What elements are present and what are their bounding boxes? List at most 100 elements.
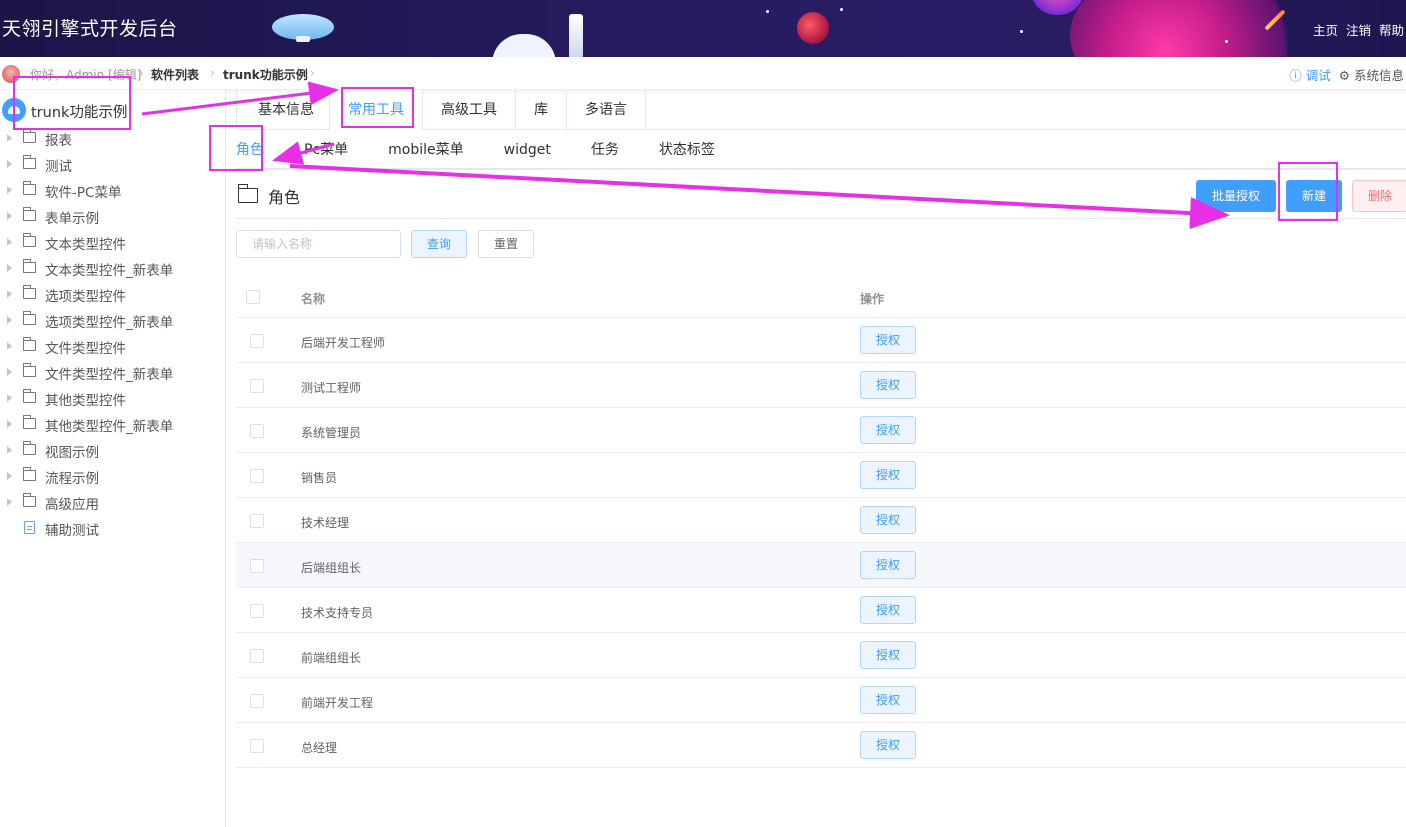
sidebar-item[interactable]: 文本类型控件 [0,230,226,256]
debug-link[interactable]: ⓘ 调试 [1289,65,1331,84]
top-nav: 主页 注销 帮助 [1313,20,1404,39]
role-name[interactable]: 技术支持专员 [301,604,373,621]
breadcrumb-software-list[interactable]: 软件列表 [151,66,199,83]
row-checkbox[interactable] [250,739,264,753]
tab-secondary[interactable]: Pc菜单 [304,130,348,170]
caret-right-icon[interactable] [7,238,12,246]
sidebar-item[interactable]: 报表 [0,126,226,152]
role-name[interactable]: 测试工程师 [301,379,361,396]
breadcrumb-current-app[interactable]: trunk功能示例 [223,66,308,83]
user-greeting[interactable]: 你好，Admin [编辑] [30,66,141,83]
sidebar-item[interactable]: 选项类型控件_新表单 [0,308,226,334]
nav-help-link[interactable]: 帮助 [1379,20,1404,39]
sidebar-item[interactable]: 测试 [0,152,226,178]
caret-right-icon[interactable] [7,264,12,272]
sidebar-item[interactable]: 其他类型控件 [0,386,226,412]
grant-button[interactable]: 授权 [860,461,916,489]
chevron-right-icon: › [139,66,144,80]
folder-icon [23,285,36,299]
sidebar-item[interactable]: 选项类型控件 [0,282,226,308]
caret-right-icon[interactable] [7,472,12,480]
caret-right-icon[interactable] [7,446,12,454]
caret-right-icon[interactable] [7,420,12,428]
grant-button[interactable]: 授权 [860,371,916,399]
tab-secondary[interactable]: 任务 [591,130,619,170]
row-checkbox[interactable] [250,694,264,708]
tab-primary[interactable]: 基本信息 [236,90,330,130]
delete-button[interactable]: 删除 [1352,180,1406,212]
row-checkbox[interactable] [250,469,264,483]
role-name[interactable]: 前端开发工程 [301,694,373,711]
planet-decoration [1070,0,1310,57]
sidebar-item[interactable]: 文件类型控件 [0,334,226,360]
sidebar-item[interactable]: 表单示例 [0,204,226,230]
caret-right-icon[interactable] [7,212,12,220]
row-checkbox[interactable] [250,559,264,573]
sidebar-app-header[interactable]: trunk功能示例 [0,98,226,122]
grant-button[interactable]: 授权 [860,596,916,624]
role-name[interactable]: 前端组组长 [301,649,361,666]
folder-icon [23,233,36,247]
tab-secondary[interactable]: 角色 [236,130,264,170]
nav-logout-link[interactable]: 注销 [1346,20,1371,39]
system-info-link[interactable]: ⚙ 系统信息 [1339,65,1404,84]
folder-icon [23,389,36,403]
caret-right-icon[interactable] [7,316,12,324]
grant-button[interactable]: 授权 [860,551,916,579]
sidebar-item[interactable]: 文本类型控件_新表单 [0,256,226,282]
grant-button[interactable]: 授权 [860,416,916,444]
caret-right-icon[interactable] [7,368,12,376]
row-checkbox[interactable] [250,424,264,438]
batch-grant-button[interactable]: 批量授权 [1196,180,1276,212]
caret-right-icon[interactable] [7,160,12,168]
caret-right-icon[interactable] [7,186,12,194]
grant-button[interactable]: 授权 [860,641,916,669]
sidebar-item[interactable]: 辅助测试 [0,516,226,542]
new-button[interactable]: 新建 [1286,180,1342,212]
caret-right-icon[interactable] [7,394,12,402]
row-checkbox[interactable] [250,649,264,663]
tab-secondary[interactable]: widget [504,130,551,170]
search-input[interactable] [236,230,401,258]
sidebar-item[interactable]: 其他类型控件_新表单 [0,412,226,438]
tab-secondary[interactable]: 状态标签 [659,130,715,170]
role-name[interactable]: 销售员 [301,469,337,486]
grant-button[interactable]: 授权 [860,326,916,354]
sidebar-item-label: 报表 [45,133,72,149]
grant-button[interactable]: 授权 [860,686,916,714]
caret-right-icon[interactable] [7,498,12,506]
select-all-checkbox[interactable] [246,290,260,304]
caret-right-icon[interactable] [7,290,12,298]
tab-primary[interactable]: 多语言 [567,90,646,130]
sidebar-item[interactable]: 高级应用 [0,490,226,516]
reset-button[interactable]: 重置 [478,230,534,258]
table-row: 销售员 授权 [236,453,1406,498]
sidebar-item[interactable]: 视图示例 [0,438,226,464]
row-checkbox[interactable] [250,379,264,393]
chevron-right-icon: › [210,66,215,80]
row-checkbox[interactable] [250,604,264,618]
caret-right-icon[interactable] [7,342,12,350]
role-name[interactable]: 后端组组长 [301,559,361,576]
tab-primary[interactable]: 高级工具 [423,90,516,130]
sidebar-item[interactable]: 软件-PC菜单 [0,178,226,204]
role-name[interactable]: 系统管理员 [301,424,361,441]
avatar[interactable] [2,65,20,83]
role-name[interactable]: 后端开发工程师 [301,334,385,351]
folder-icon [23,493,36,507]
row-checkbox[interactable] [250,334,264,348]
tab-secondary[interactable]: mobile菜单 [388,130,463,170]
grant-button[interactable]: 授权 [860,731,916,759]
row-checkbox[interactable] [250,514,264,528]
nav-home-link[interactable]: 主页 [1313,20,1338,39]
sidebar-item[interactable]: 流程示例 [0,464,226,490]
breadcrumb: 你好，Admin [编辑] › 软件列表 › trunk功能示例 › ⓘ 调试 … [0,57,1406,90]
tab-primary[interactable]: 常用工具 [330,90,423,130]
sidebar-item[interactable]: 文件类型控件_新表单 [0,360,226,386]
grant-button[interactable]: 授权 [860,506,916,534]
query-button[interactable]: 查询 [411,230,467,258]
tab-primary[interactable]: 库 [516,90,567,130]
caret-right-icon[interactable] [7,134,12,142]
role-name[interactable]: 总经理 [301,739,337,756]
role-name[interactable]: 技术经理 [301,514,349,531]
